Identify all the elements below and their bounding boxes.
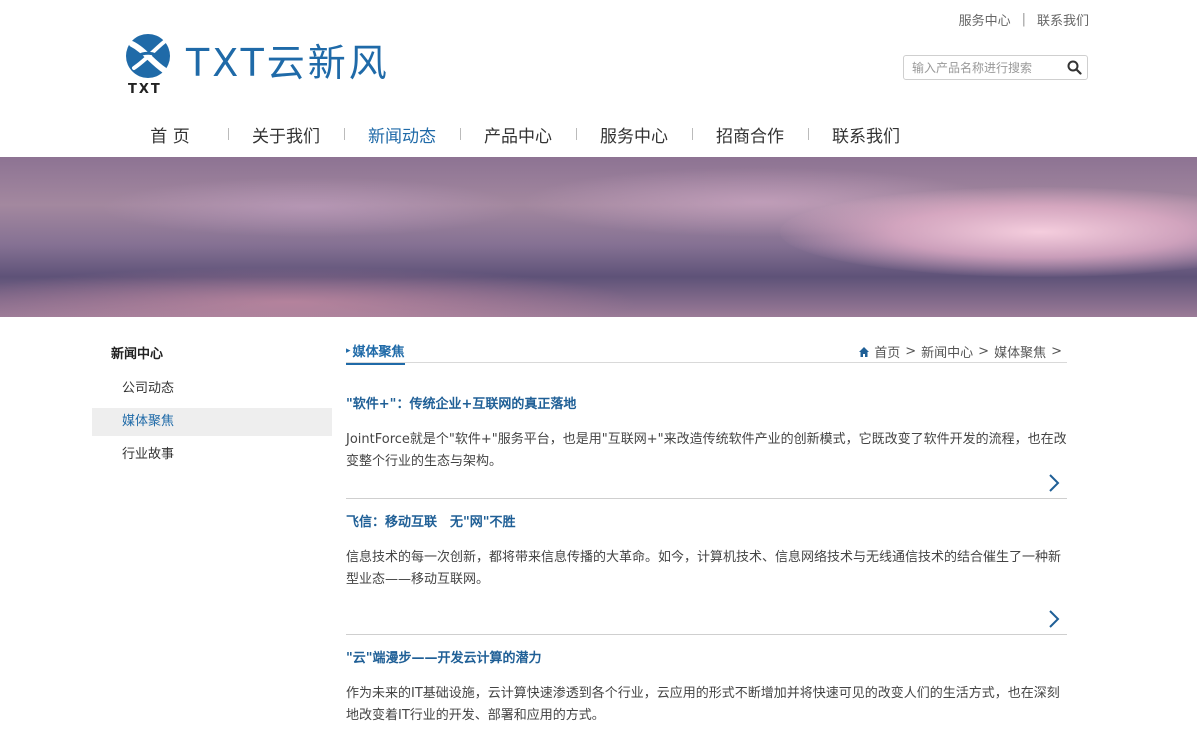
article-summary: JointForce就是个"软件+"服务平台，也是用"互联网+"来改造传统软件产… [346, 432, 1067, 469]
nav-item-home[interactable]: 首 页 [112, 122, 228, 147]
chevron-right-icon[interactable] [1047, 609, 1061, 629]
article-item: 飞信：移动互联 无"网"不胜 信息技术的每一次创新，都将带来信息传播的大革命。如… [346, 499, 1067, 635]
sidebar-item-industry-stories[interactable]: 行业故事 [92, 441, 332, 469]
breadcrumb-separator: > [905, 344, 917, 359]
section-header: ▸ 媒体聚焦 首页 > 新闻中心 > 媒体聚焦 > [346, 339, 1067, 365]
search-input[interactable] [904, 56, 1062, 79]
logo-icon [126, 34, 170, 78]
nav-item-about[interactable]: 关于我们 [228, 122, 344, 147]
article-title[interactable]: "软件+"：传统企业+互联网的真正落地 [346, 363, 1067, 412]
sidebar-item-media-focus[interactable]: 媒体聚焦 [92, 408, 332, 436]
logo-mark-text: TXT [128, 82, 162, 97]
nav-item-contact[interactable]: 联系我们 [808, 122, 924, 147]
top-link-service[interactable]: 服务中心 [959, 10, 1011, 29]
nav-item-news[interactable]: 新闻动态 [344, 122, 460, 147]
sidebar: 新闻中心 公司动态 媒体聚焦 行业故事 [92, 340, 332, 469]
breadcrumb-home[interactable]: 首页 [874, 342, 900, 361]
search-icon [1067, 60, 1082, 75]
home-icon [859, 346, 870, 357]
article-item: "云"端漫步——开发云计算的潜力 作为未来的IT基础设施，云计算快速渗透到各个行… [346, 635, 1067, 756]
hero-banner [0, 157, 1197, 317]
breadcrumb: 首页 > 新闻中心 > 媒体聚焦 > [858, 342, 1067, 361]
breadcrumb-news-center[interactable]: 新闻中心 [921, 342, 973, 361]
search-button[interactable] [1062, 56, 1087, 79]
sidebar-item-company-news[interactable]: 公司动态 [92, 375, 332, 403]
breadcrumb-media-focus[interactable]: 媒体聚焦 [994, 342, 1046, 361]
article-summary: 信息技术的每一次创新，都将带来信息传播的大革命。如今，计算机技术、信息网络技术与… [346, 550, 1062, 587]
nav-item-products[interactable]: 产品中心 [460, 122, 576, 147]
article-title[interactable]: 飞信：移动互联 无"网"不胜 [346, 499, 1067, 530]
top-link-contact[interactable]: 联系我们 [1037, 10, 1089, 29]
nav-item-partner[interactable]: 招商合作 [692, 122, 808, 147]
article-summary: 作为未来的IT基础设施，云计算快速渗透到各个行业，云应用的形式不断增加并将快速可… [346, 686, 1060, 723]
nav-item-service[interactable]: 服务中心 [576, 122, 692, 147]
article-title[interactable]: "云"端漫步——开发云计算的潜力 [346, 635, 1067, 666]
section-title-text: 媒体聚焦 [352, 345, 405, 360]
top-link-separator: | [1021, 12, 1026, 27]
article-item: "软件+"：传统企业+互联网的真正落地 JointForce就是个"软件+"服务… [346, 363, 1067, 499]
logo[interactable]: TXT TXT云新风 [124, 32, 390, 98]
main-nav: 首 页 关于我们 新闻动态 产品中心 服务中心 招商合作 联系我们 [112, 122, 924, 147]
breadcrumb-separator: > [1051, 344, 1062, 359]
sidebar-title: 新闻中心 [111, 347, 164, 362]
breadcrumb-separator: > [978, 344, 990, 359]
logo-mark: TXT [124, 32, 172, 98]
search-box [903, 55, 1088, 80]
main-content: ▸ 媒体聚焦 首页 > 新闻中心 > 媒体聚焦 > "软件+"：传统企业+互联网… [346, 339, 1067, 756]
chevron-right-icon[interactable] [1047, 473, 1061, 493]
triangle-right-icon: ▸ [346, 345, 351, 356]
section-title: ▸ 媒体聚焦 [346, 341, 405, 365]
brand-name: TXT云新风 [186, 41, 390, 85]
top-links: 服务中心 | 联系我们 [959, 10, 1089, 29]
